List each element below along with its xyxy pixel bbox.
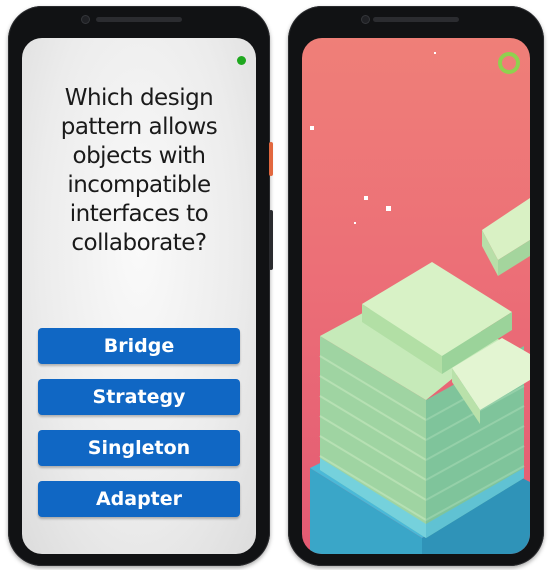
answer-button-singleton[interactable]: Singleton [38,430,240,466]
particle [434,52,436,54]
answer-button-bridge[interactable]: Bridge [38,328,240,364]
front-camera [362,16,369,23]
screenshot-stage: Which design pattern allows objects with… [0,0,549,570]
particle [310,126,314,130]
left-phone-frame: Which design pattern allows objects with… [8,6,273,566]
particle [364,196,368,200]
volume-button[interactable] [269,210,273,270]
quiz-screen: Which design pattern allows objects with… [22,38,256,554]
power-button[interactable] [269,142,273,176]
status-dot [237,56,246,65]
particle [386,206,391,211]
question-text: Which design pattern allows objects with… [60,85,218,256]
answer-list: Bridge Strategy Singleton Adapter [38,328,240,532]
particle [354,222,356,224]
game-screen[interactable] [302,38,530,554]
answer-button-adapter[interactable]: Adapter [38,481,240,517]
progress-ring-icon [498,52,520,74]
right-phone-frame [288,6,544,566]
answer-button-strategy[interactable]: Strategy [38,379,240,415]
earpiece-speaker [96,17,182,22]
earpiece-speaker [373,17,459,22]
front-camera [82,16,89,23]
stack-game-scene [310,52,530,554]
